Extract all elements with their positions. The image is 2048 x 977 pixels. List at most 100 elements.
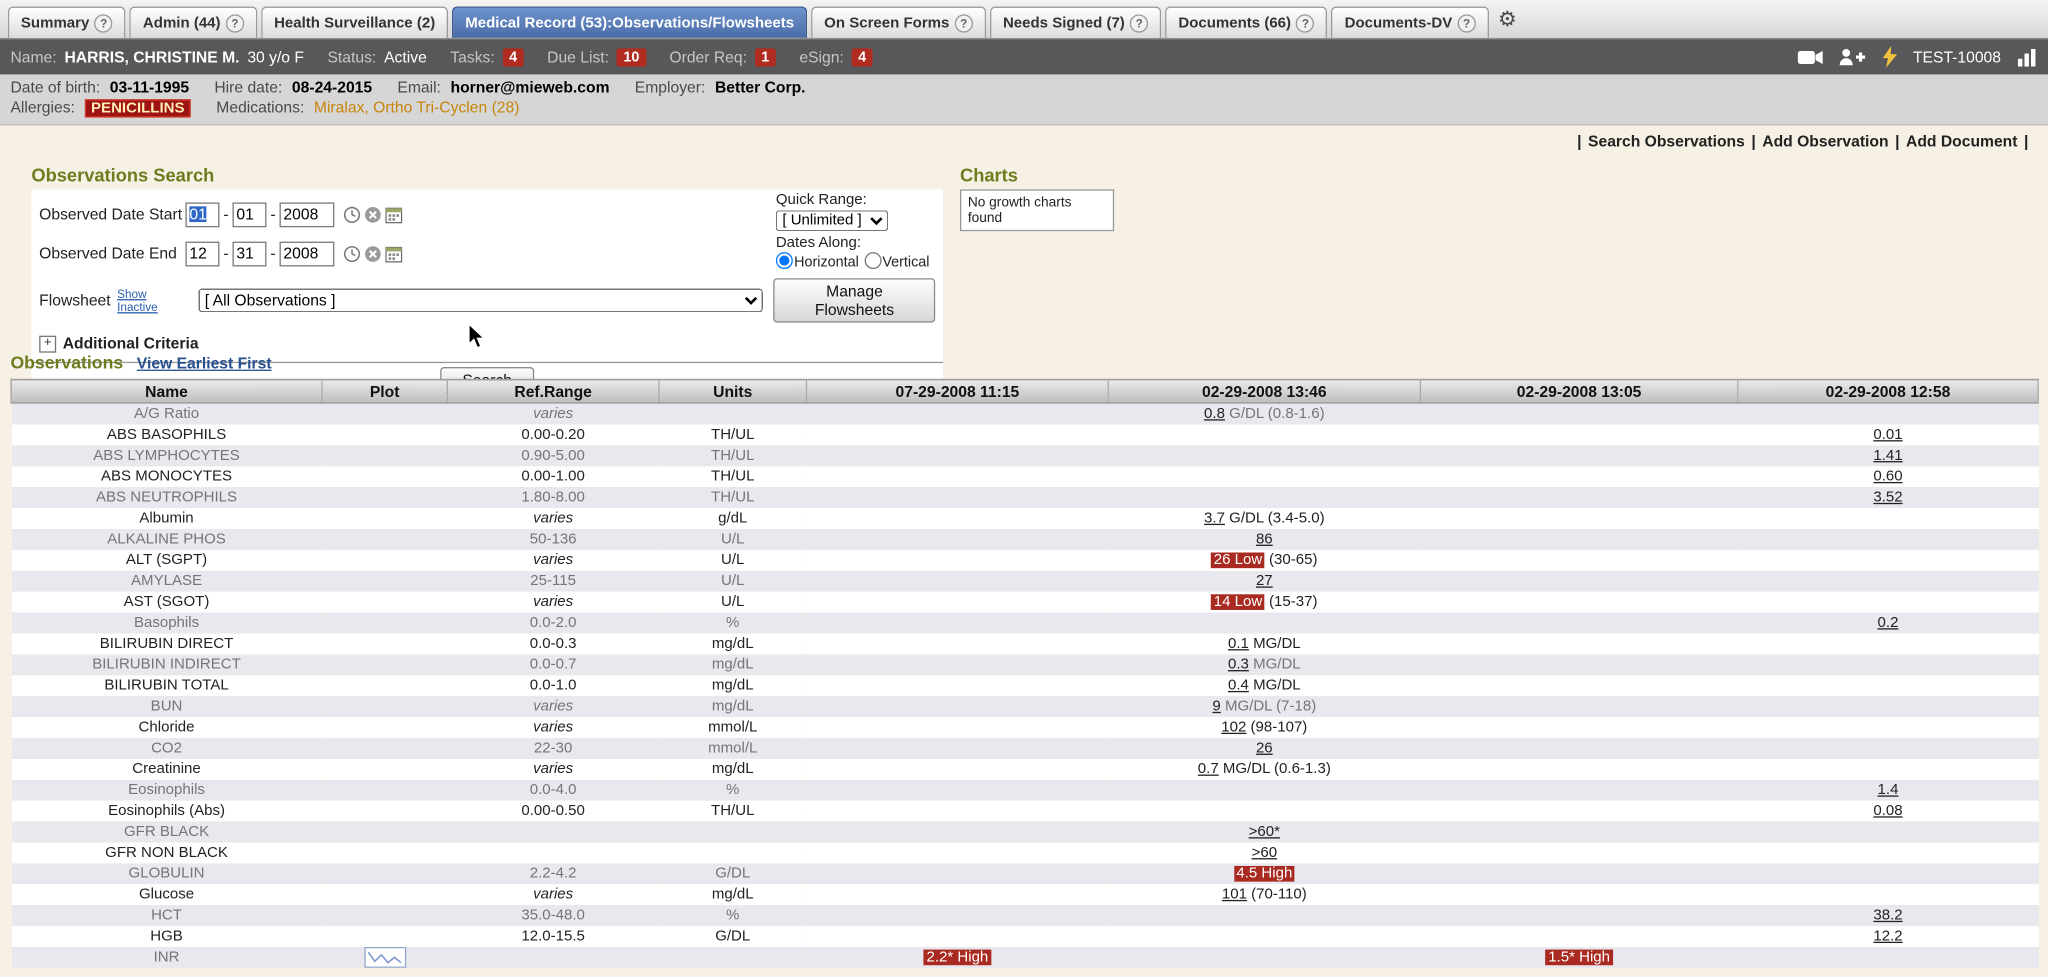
help-icon[interactable]: ? — [1296, 14, 1314, 32]
value-cell — [807, 613, 1109, 634]
tab-health-surveillance-2[interactable]: Health Surveillance (2) — [261, 7, 448, 38]
tab-on-screen-forms[interactable]: On Screen Forms? — [811, 7, 986, 38]
calendar-icon[interactable] — [385, 245, 402, 262]
value-link[interactable]: 86 — [1256, 532, 1273, 548]
value-link[interactable]: 0.08 — [1873, 803, 1902, 819]
value-link[interactable]: 0.8 — [1204, 406, 1225, 422]
abnormal-flag[interactable]: 14 Low — [1211, 594, 1265, 610]
clear-date-icon[interactable] — [364, 206, 381, 223]
link-add-document[interactable]: Add Document — [1906, 132, 2017, 150]
value-link[interactable]: 1.4 — [1878, 782, 1899, 798]
status-value: Active — [384, 48, 427, 66]
value-link[interactable]: 3.52 — [1873, 490, 1902, 506]
value-link[interactable]: >60 — [1252, 845, 1277, 861]
video-camera-icon[interactable] — [1797, 48, 1823, 66]
tab-admin-44[interactable]: Admin (44)? — [130, 7, 257, 38]
value-cell: 0.8 G/DL (0.8-1.6) — [1108, 403, 1420, 425]
tab-label: On Screen Forms — [824, 15, 949, 31]
calendar-icon[interactable] — [385, 206, 402, 223]
tasks-badge[interactable]: 4 — [503, 48, 524, 66]
tab-needs-signed-7[interactable]: Needs Signed (7)? — [990, 7, 1162, 38]
tabs-holder: Summary?Admin (44)?Health Surveillance (… — [8, 7, 1493, 38]
help-icon[interactable]: ? — [1458, 14, 1476, 32]
medication-link-miralax[interactable]: Miralax — [314, 98, 365, 116]
medication-link-ortho-tri-cyclen-28[interactable]: Ortho Tri-Cyclen (28) — [373, 98, 519, 116]
value-link[interactable]: 26 — [1256, 741, 1273, 757]
due-list-badge[interactable]: 10 — [617, 48, 646, 66]
ref-range: varies — [447, 717, 659, 738]
value-link[interactable]: 102 — [1221, 720, 1246, 736]
value-link[interactable]: 0.7 — [1198, 761, 1219, 777]
value-link[interactable]: 0.3 — [1228, 657, 1249, 673]
esign-badge[interactable]: 4 — [852, 48, 873, 66]
tab-medical-record-53-observations-flowsheets[interactable]: Medical Record (53):Observations/Flowshe… — [452, 7, 807, 38]
inr-plot-thumbnail[interactable] — [364, 947, 406, 968]
value-cell: 27 — [1108, 571, 1420, 592]
link-search-observations[interactable]: Search Observations — [1588, 132, 1745, 150]
value-link[interactable]: 9 — [1212, 699, 1220, 715]
value-link[interactable]: 101 — [1222, 887, 1247, 903]
tab-documents-dv[interactable]: Documents-DV? — [1332, 7, 1489, 38]
tab-documents-66[interactable]: Documents (66)? — [1165, 7, 1327, 38]
observation-name: Basophils — [11, 613, 322, 634]
value-link[interactable]: 38.2 — [1873, 908, 1902, 924]
help-icon[interactable]: ? — [1130, 14, 1148, 32]
value-link[interactable]: 12.2 — [1873, 929, 1902, 945]
expand-plus-icon[interactable]: + — [39, 335, 56, 352]
dates-along-option-horizontal[interactable]: Horizontal — [776, 255, 859, 271]
end-year-input[interactable] — [280, 241, 335, 266]
units — [659, 822, 807, 843]
flowsheet-select[interactable]: [ All Observations ] — [198, 289, 763, 313]
start-year-input[interactable] — [280, 202, 335, 227]
end-month-input[interactable] — [185, 241, 219, 266]
settings-gear-icon[interactable]: ⚙ — [1498, 7, 1517, 33]
ref-range: 2.2-4.2 — [447, 863, 659, 884]
value-link[interactable]: 0.1 — [1228, 636, 1249, 652]
abnormal-flag[interactable]: 2.2* High — [924, 950, 991, 966]
help-icon[interactable]: ? — [955, 14, 973, 32]
value-link[interactable]: 1.41 — [1873, 448, 1902, 464]
separator: | — [1751, 132, 1755, 150]
value-link[interactable]: 27 — [1256, 573, 1273, 589]
flowsheet-chart-icon[interactable] — [2017, 48, 2038, 66]
time-clock-icon[interactable] — [344, 245, 361, 262]
time-clock-icon[interactable] — [344, 206, 361, 223]
radio-vertical[interactable] — [864, 252, 881, 269]
abnormal-flag[interactable]: 26 Low — [1211, 552, 1265, 568]
observation-name: ALKALINE PHOS — [11, 529, 322, 550]
plot-cell[interactable] — [322, 947, 447, 968]
observation-name: Eosinophils — [11, 780, 322, 801]
add-user-icon[interactable] — [1839, 48, 1866, 66]
allergies-line: Allergies: PENICILLINS Medications: Mira… — [10, 98, 2037, 119]
radio-horizontal[interactable] — [776, 252, 793, 269]
clear-date-icon[interactable] — [364, 245, 381, 262]
observation-name: AMYLASE — [11, 571, 322, 592]
tab-summary[interactable]: Summary? — [8, 7, 126, 38]
view-earliest-first-link[interactable]: View Earliest First — [137, 354, 272, 372]
value-link[interactable]: 0.2 — [1878, 615, 1899, 631]
quick-range-select[interactable]: [ Unlimited ] — [776, 210, 888, 231]
abnormal-flag[interactable]: 4.5 High — [1234, 866, 1295, 882]
observation-name: BUN — [11, 696, 322, 717]
show-inactive-link[interactable]: Show Inactive — [117, 287, 189, 313]
value-link[interactable]: 3.7 — [1204, 511, 1225, 527]
value-link[interactable]: >60* — [1249, 824, 1280, 840]
start-day-input[interactable] — [232, 202, 266, 227]
help-icon[interactable]: ? — [226, 14, 244, 32]
help-icon[interactable]: ? — [95, 14, 113, 32]
abnormal-flag[interactable]: 1.5* High — [1546, 950, 1613, 966]
value-link[interactable]: 0.01 — [1873, 427, 1902, 443]
ref-range: 35.0-48.0 — [447, 905, 659, 926]
value-link[interactable]: 0.60 — [1873, 469, 1902, 485]
link-add-observation[interactable]: Add Observation — [1762, 132, 1888, 150]
manage-flowsheets-button[interactable]: Manage Flowsheets — [774, 278, 935, 322]
start-month-input[interactable] — [185, 202, 219, 227]
allergy-penicillins-badge[interactable]: PENICILLINS — [85, 99, 192, 117]
dates-along-option-vertical[interactable]: Vertical — [864, 255, 929, 271]
order-req-badge[interactable]: 1 — [755, 48, 776, 66]
observation-row-globulin: GLOBULIN2.2-4.2G/DL4.5 High — [11, 863, 2038, 884]
value-cell — [1420, 487, 1737, 508]
value-link[interactable]: 0.4 — [1228, 678, 1249, 694]
lightning-icon[interactable] — [1882, 46, 1898, 68]
end-day-input[interactable] — [232, 241, 266, 266]
